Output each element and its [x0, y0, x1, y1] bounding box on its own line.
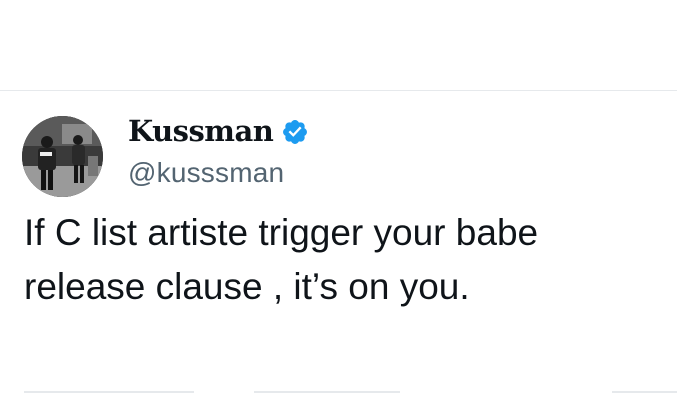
user-handle[interactable]: @kusssman: [128, 157, 309, 189]
tweet-text-line: release clause , it’s on you.: [24, 266, 470, 307]
avatar[interactable]: [22, 116, 103, 197]
display-name[interactable]: Kussman: [128, 114, 274, 148]
action-bar-segment: [254, 391, 400, 393]
action-bar-segment: [24, 391, 194, 393]
tweet-text: If C list artiste trigger your babe rele…: [24, 206, 664, 314]
avatar-photo: [22, 116, 103, 197]
action-bar-segment: [612, 391, 677, 393]
tweet-author: Kussman @kusssman: [128, 113, 309, 189]
action-bar-divider: [0, 391, 677, 394]
display-name-row: Kussman: [128, 113, 309, 149]
tweet-text-line: If C list artiste trigger your babe: [24, 212, 539, 253]
top-divider: [0, 90, 677, 91]
verified-badge-icon: [281, 118, 309, 146]
